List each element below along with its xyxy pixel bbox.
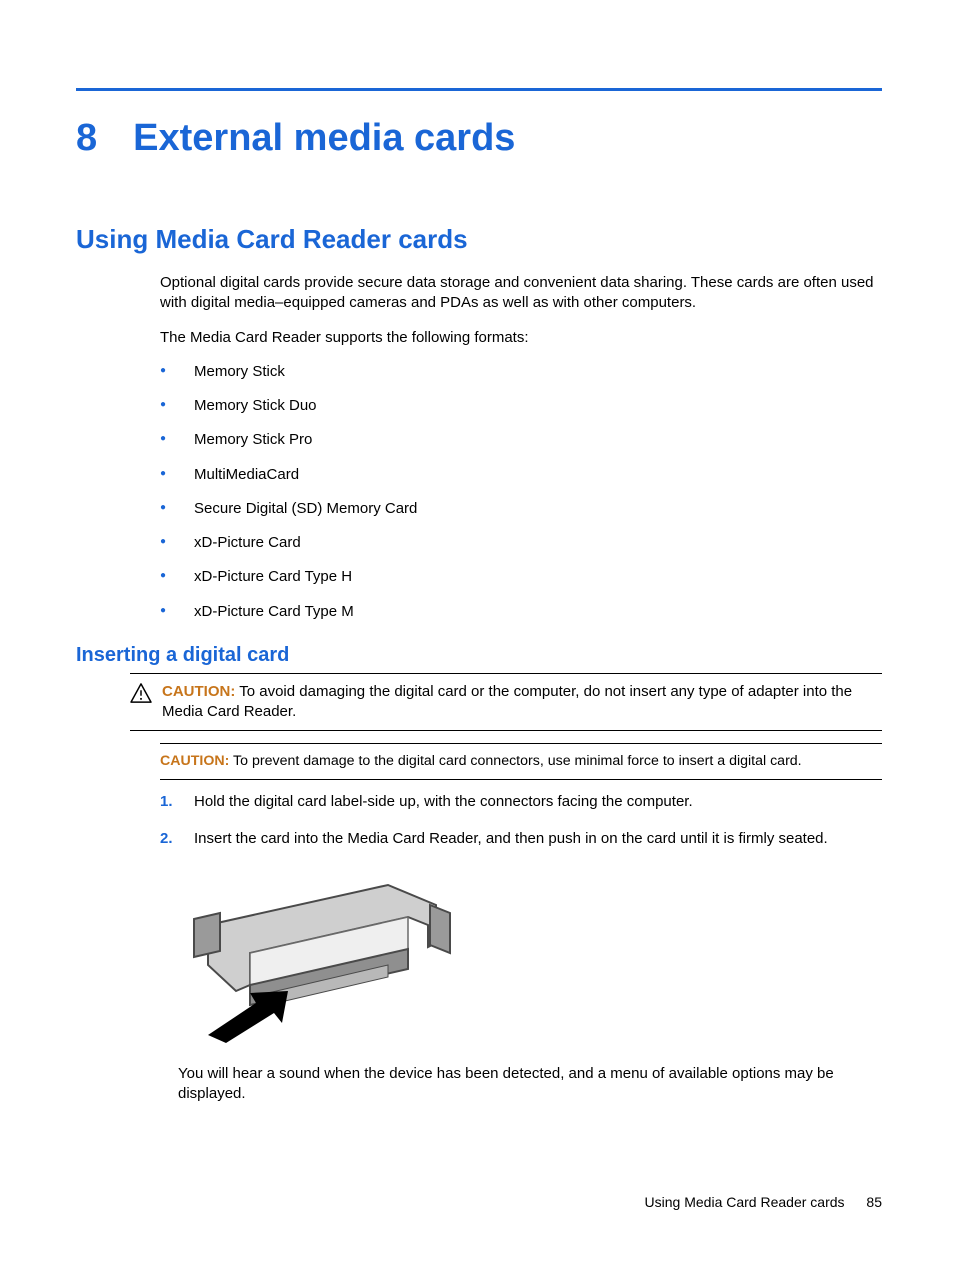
list-item: MultiMediaCard: [160, 465, 882, 485]
caution-triangle-icon: [130, 683, 152, 703]
step-item: 2. Insert the card into the Media Card R…: [160, 829, 882, 849]
list-item: xD-Picture Card Type M: [160, 602, 882, 622]
intro-paragraph-1: Optional digital cards provide secure da…: [160, 273, 882, 314]
top-rule: [76, 88, 882, 91]
caution-text-2: CAUTION: To prevent damage to the digita…: [160, 752, 802, 771]
caution-row-2: CAUTION: To prevent damage to the digita…: [160, 743, 882, 780]
document-page: 8 External media cards Using Media Card …: [0, 0, 954, 1270]
followup-text: You will hear a sound when the device ha…: [178, 1064, 882, 1105]
page-footer: Using Media Card Reader cards 85: [645, 1194, 882, 1210]
caution-block: CAUTION: To avoid damaging the digital c…: [130, 673, 882, 1105]
steps-list: 1. Hold the digital card label-side up, …: [160, 792, 882, 849]
footer-title: Using Media Card Reader cards: [645, 1194, 845, 1210]
step-text: Insert the card into the Media Card Read…: [194, 829, 828, 849]
chapter-number: 8: [76, 117, 97, 160]
list-item: Secure Digital (SD) Memory Card: [160, 499, 882, 519]
formats-list: Memory Stick Memory Stick Duo Memory Sti…: [160, 362, 882, 622]
section-title: Using Media Card Reader cards: [76, 224, 882, 255]
intro-paragraph-2: The Media Card Reader supports the follo…: [160, 328, 882, 348]
step-number: 2.: [160, 829, 176, 849]
list-item: Memory Stick Pro: [160, 430, 882, 450]
chapter-title: External media cards: [133, 117, 515, 160]
list-item: Memory Stick: [160, 362, 882, 382]
intro-block: Optional digital cards provide secure da…: [160, 273, 882, 622]
caution-label: CAUTION:: [160, 753, 229, 769]
step-number: 1.: [160, 792, 176, 812]
caution-text-1: CAUTION: To avoid damaging the digital c…: [162, 682, 882, 723]
card-reader-illustration: [178, 865, 882, 1050]
caution-body: To prevent damage to the digital card co…: [233, 753, 802, 769]
list-item: xD-Picture Card Type H: [160, 567, 882, 587]
page-number: 85: [866, 1194, 882, 1210]
subsection-title: Inserting a digital card: [76, 644, 882, 667]
chapter-heading: 8 External media cards: [76, 117, 882, 160]
step-item: 1. Hold the digital card label-side up, …: [160, 792, 882, 812]
list-item: Memory Stick Duo: [160, 396, 882, 416]
list-item: xD-Picture Card: [160, 533, 882, 553]
step-text: Hold the digital card label-side up, wit…: [194, 792, 693, 812]
caution-row-1: CAUTION: To avoid damaging the digital c…: [130, 673, 882, 732]
caution-label: CAUTION:: [162, 683, 235, 700]
caution-body: To avoid damaging the digital card or th…: [162, 683, 852, 720]
